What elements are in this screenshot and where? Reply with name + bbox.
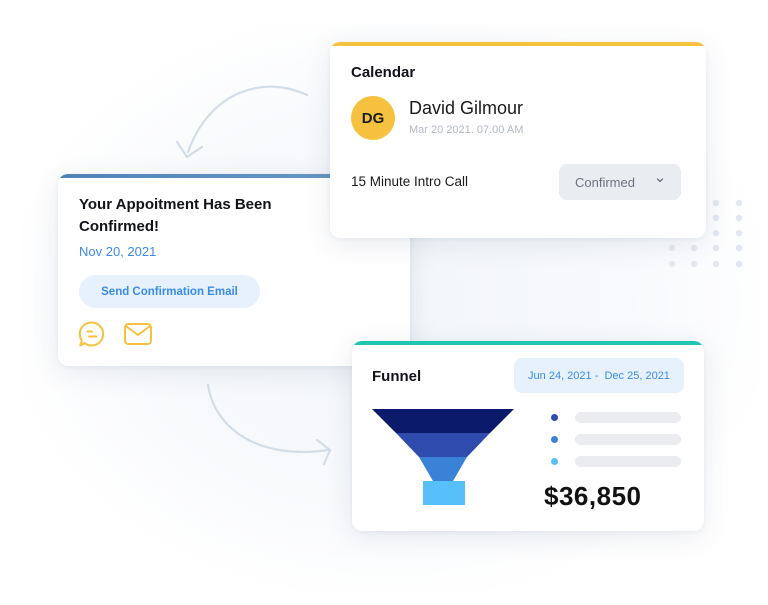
card-accent-bar	[352, 341, 704, 345]
funnel-title: Funnel	[372, 368, 422, 385]
avatar: DG	[351, 96, 395, 140]
curved-arrow-icon	[206, 383, 332, 466]
calendar-card: Calendar DG David Gilmour Mar 20 2021. 0…	[330, 42, 706, 238]
legend-placeholder-bar	[575, 412, 681, 423]
funnel-chart	[372, 409, 514, 505]
curved-arrow-icon	[175, 85, 309, 159]
appointment-headline: Your Appoitment Has Been Confirmed!	[79, 196, 272, 235]
funnel-stage-3	[419, 457, 467, 481]
legend-dot	[551, 458, 558, 465]
contact-name: David Gilmour	[409, 98, 524, 118]
mail-icon[interactable]	[123, 319, 153, 349]
funnel-stage-1	[372, 409, 514, 433]
event-name: 15 Minute Intro Call	[351, 174, 469, 189]
appointment-datetime: Mar 20 2021. 07.00 AM	[409, 124, 524, 136]
chat-icon[interactable]	[77, 319, 107, 349]
status-selected-value: Confirmed	[575, 174, 635, 190]
funnel-stage-2	[396, 433, 490, 457]
legend-dot	[551, 414, 558, 421]
funnel-stage-4	[423, 481, 465, 505]
legend-placeholder-bar	[575, 456, 681, 467]
date-range-picker[interactable]: Jun 24, 2021 - Dec 25, 2021	[514, 358, 684, 393]
legend-placeholder-bar	[575, 434, 681, 445]
funnel-card: Funnel Jun 24, 2021 - Dec 25, 2021 $36,8…	[352, 341, 704, 531]
calendar-title: Calendar	[351, 64, 416, 81]
send-confirmation-email-button[interactable]: Send Confirmation Email	[79, 275, 260, 308]
chevron-down-icon	[656, 178, 664, 183]
legend-dot	[551, 436, 558, 443]
funnel-total-amount: $36,850	[544, 481, 642, 511]
card-accent-bar	[330, 42, 706, 46]
status-dropdown[interactable]: Confirmed	[559, 164, 681, 200]
appointment-date: Nov 20, 2021	[79, 244, 157, 259]
